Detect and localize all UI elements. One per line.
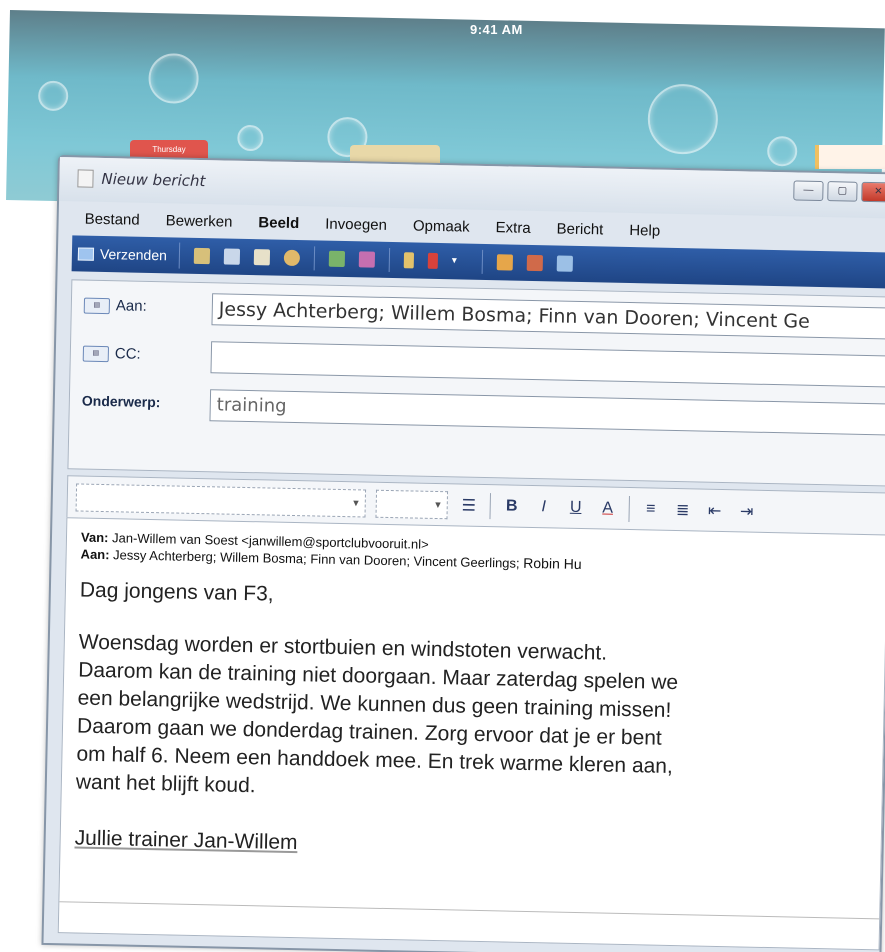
water-drop [148,52,200,104]
status-time: 9:41 AM [470,22,523,37]
cut-icon[interactable] [193,247,211,265]
toolbar-separator [313,246,316,271]
cc-row: ▤ CC: [70,334,885,391]
send-icon [77,246,95,261]
to-row: ▤ Aan: Jessy Achterberg; Willem Bosma; F… [71,286,885,343]
menu-help[interactable]: Help [629,221,660,239]
numbered-list-icon[interactable]: ≡ [640,500,662,518]
close-button[interactable]: ✕ [861,181,885,203]
paste-icon[interactable] [253,249,271,266]
maximize-button[interactable]: ▢ [827,181,858,202]
toolbar-separator [388,247,391,272]
menu-beeld[interactable]: Beeld [258,214,299,232]
send-button[interactable]: Verzenden [77,240,181,269]
attach-icon[interactable] [403,252,414,269]
to-field[interactable]: Jessy Achterberg; Willem Bosma; Finn van… [211,293,885,340]
message-text: Dag jongens van F3, Woensdag worden er s… [74,577,872,870]
italic-icon[interactable]: I [533,498,555,516]
priority-icon[interactable] [427,252,438,269]
send-label: Verzenden [99,245,168,264]
toolbar-separator [481,249,484,274]
new-message-icon [77,169,94,188]
copy-icon[interactable] [223,248,241,265]
subject-label: Onderwerp: [81,392,161,411]
chevron-down-icon: ▾ [435,498,441,511]
spellcheck-icon[interactable] [358,251,375,268]
menu-bewerken[interactable]: Bewerken [166,212,233,230]
font-size-select[interactable]: ▾ [375,489,449,519]
signature: Jullie trainer Jan-Willem [74,826,298,855]
water-drop [766,135,798,167]
greeting: Dag jongens van F3, [79,578,274,606]
paragraph-style-icon[interactable]: ☰ [458,495,480,515]
water-drop [37,80,69,112]
message-paragraph: Woensdag worden er stortbuien en windsto… [75,630,679,798]
undo-icon[interactable] [283,249,301,267]
dropdown-icon[interactable]: ▾ [452,253,468,269]
to-label[interactable]: ▤ Aan: [83,297,147,315]
underline-icon[interactable]: U [565,498,587,516]
subject-row: Onderwerp: training [69,382,885,439]
compose-window: Nieuw bericht — ▢ ✕ Bestand Bewerken Bee… [41,155,885,952]
body-divider [59,901,880,920]
window-title: Nieuw bericht [101,169,206,191]
message-body[interactable]: Van: Jan-Willem van Soest <janwillem@spo… [57,517,885,951]
bold-icon[interactable]: B [501,497,523,515]
cc-field[interactable] [210,341,885,388]
sign-icon[interactable] [496,254,513,271]
menu-bericht[interactable]: Bericht [556,220,603,238]
window-controls: — ▢ ✕ [793,180,885,203]
cc-label[interactable]: ▤ CC: [82,345,141,363]
subject-field[interactable]: training [209,389,885,436]
menu-extra[interactable]: Extra [495,219,530,237]
water-drop [237,124,264,152]
font-color-icon[interactable]: A [597,499,619,517]
bullet-list-icon[interactable]: ≣ [672,499,694,519]
offline-icon[interactable] [556,255,573,272]
menu-opmaak[interactable]: Opmaak [413,217,470,235]
increase-indent-icon[interactable]: ⇥ [735,501,757,521]
calendar-widget-right [815,145,885,169]
font-select[interactable]: ▾ [75,482,367,518]
minimize-button[interactable]: — [793,180,824,202]
chevron-down-icon: ▾ [353,496,359,509]
water-drop [647,83,719,155]
contacts-icon: ▤ [82,345,110,362]
menu-invoegen[interactable]: Invoegen [325,215,387,233]
encrypt-icon[interactable] [526,254,543,272]
format-separator [628,495,630,522]
address-book-icon[interactable] [328,250,346,268]
contacts-icon: ▤ [83,297,111,314]
format-separator [489,492,492,519]
header-fields: ▤ Aan: Jessy Achterberg; Willem Bosma; F… [67,279,885,487]
decrease-indent-icon[interactable]: ⇤ [703,500,725,520]
menu-bestand[interactable]: Bestand [84,210,139,228]
